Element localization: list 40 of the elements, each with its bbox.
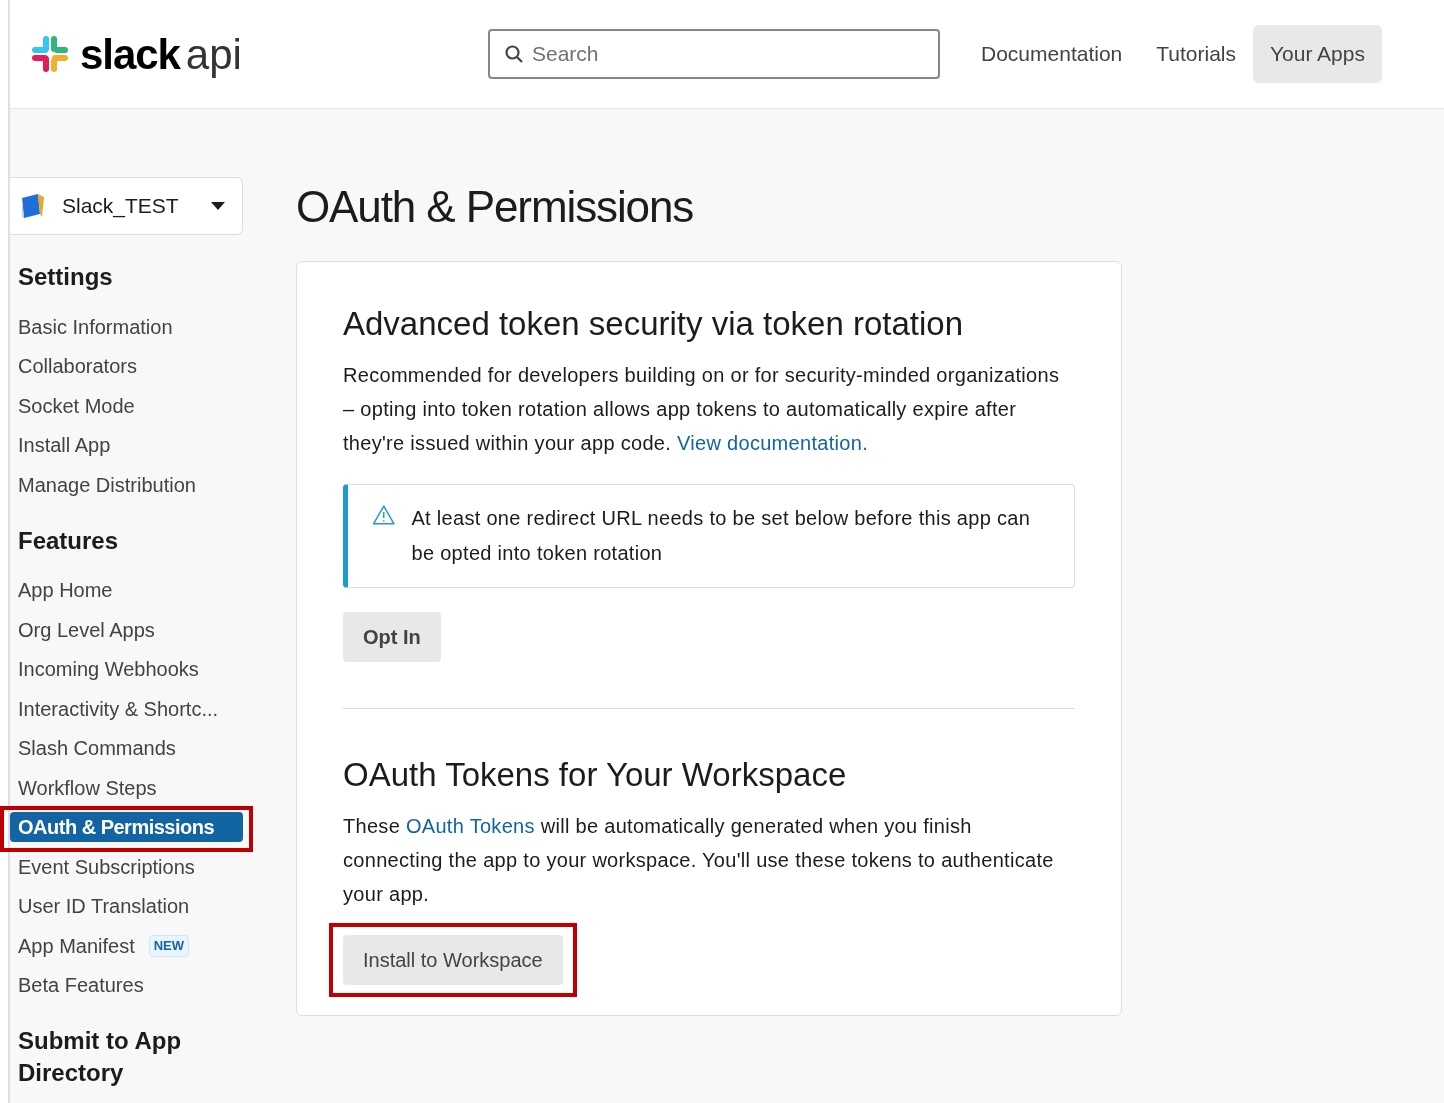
- section-heading: Settings: [17, 262, 114, 292]
- sidebar-item[interactable]: Event Subscriptions: [10, 851, 203, 882]
- logo-text[interactable]: slack: [80, 22, 180, 86]
- description-text: These OAuth Tokens will be automatically generated when you finish connecting the app to your workspace. You'll use these tokens to authenticate your app.: [343, 814, 1055, 907]
- sidebar-item[interactable]: Install App: [10, 430, 119, 461]
- link[interactable]: View documentation.: [677, 432, 868, 454]
- link[interactable]: OAuth Tokens: [405, 815, 535, 837]
- section-title: OAuth Tokens for Your Workspace: [343, 755, 848, 795]
- caret-icon: [210, 201, 226, 211]
- sidebar-item[interactable]: App Home: [10, 575, 121, 606]
- action-button[interactable]: Install to Workspace: [343, 935, 563, 985]
- sidebar-item[interactable]: Incoming Webhooks: [10, 654, 207, 685]
- logo-suffix[interactable]: api: [185, 22, 242, 86]
- search-icon: [504, 44, 524, 64]
- section-heading: Submit to App Directory: [17, 1026, 183, 1088]
- sidebar-item[interactable]: App Manifest: [10, 930, 143, 961]
- new-badge: NEW: [148, 935, 190, 957]
- app-selector[interactable]: Slack_TEST: [10, 177, 243, 235]
- search-field[interactable]: Search: [488, 29, 940, 79]
- page-title: OAuth & Permissions: [296, 181, 695, 233]
- sidebar-item[interactable]: Socket Mode: [10, 390, 143, 421]
- sidebar-item[interactable]: Collaborators: [10, 351, 145, 382]
- section-title: Advanced token security via token rotation: [343, 304, 965, 344]
- sidebar-item[interactable]: Interactivity & Shortc...: [10, 693, 227, 724]
- sidebar-item[interactable]: Beta Features: [10, 970, 152, 1001]
- action-button[interactable]: Opt In: [343, 612, 441, 662]
- logo-icon: [30, 34, 70, 74]
- nav-link[interactable]: Your Apps: [1253, 25, 1382, 83]
- sidebar-item[interactable]: User ID Translation: [10, 891, 198, 922]
- description-text: Recommended for developers building on or for security-minded organizations – opting into token rotation allows app tokens to automatically expire after they're issued within your app code. View documentation.: [343, 363, 1061, 456]
- nav-link[interactable]: Tutorials: [1139, 25, 1253, 83]
- sidebar-item[interactable]: Manage Distribution: [10, 469, 204, 500]
- sidebar-item[interactable]: Basic Information: [10, 311, 181, 342]
- nav-link[interactable]: Documentation: [964, 25, 1140, 83]
- alert-text: At least one redirect URL needs to be set below before this app can be opted into token rotation: [411, 506, 1032, 566]
- sidebar-item[interactable]: Org Level Apps: [10, 614, 163, 645]
- sidebar-item[interactable]: Slash Commands: [10, 733, 184, 764]
- sidebar-item[interactable]: Workflow Steps: [10, 772, 165, 803]
- sidebar-item[interactable]: OAuth & Permissions: [10, 812, 243, 843]
- section-heading: Features: [17, 525, 120, 556]
